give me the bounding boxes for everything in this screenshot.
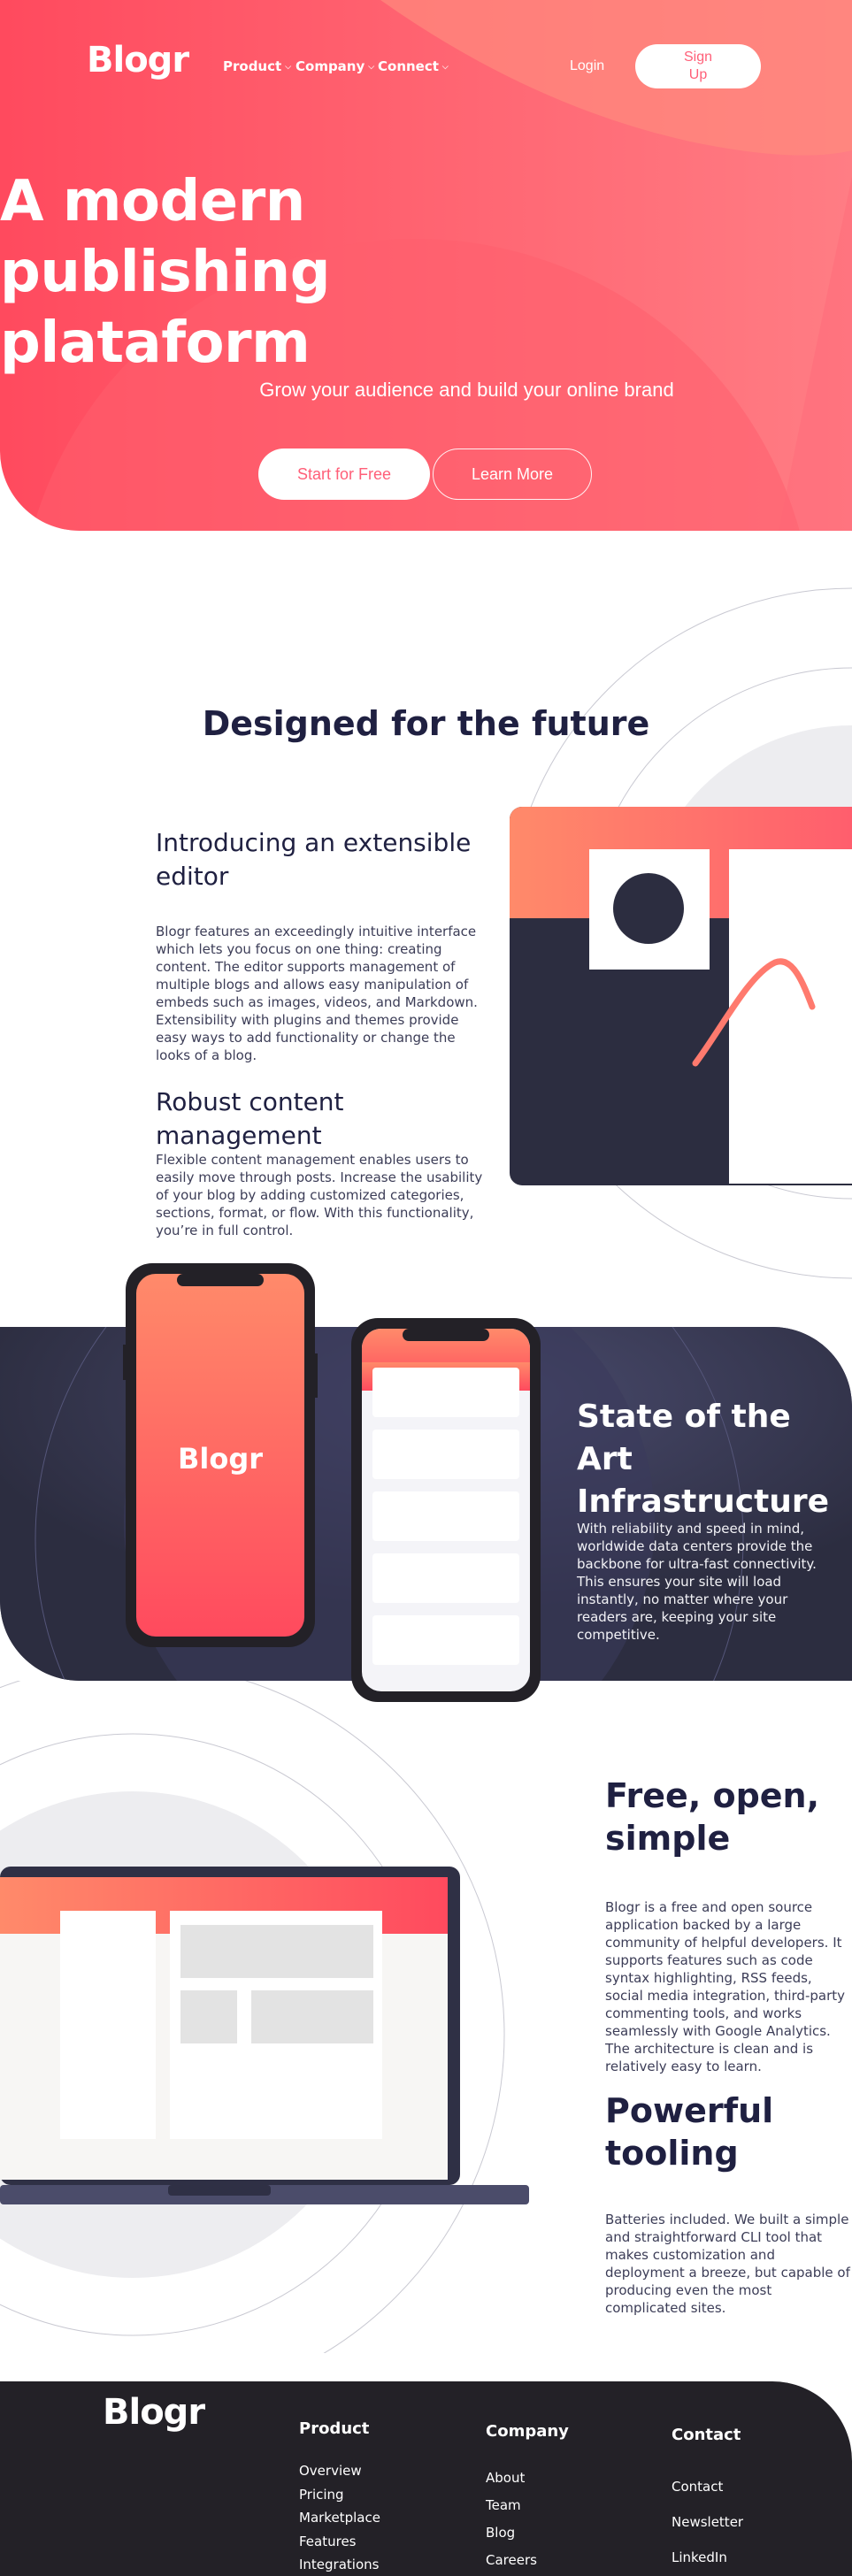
chevron-down-icon: ⌵ bbox=[441, 63, 449, 72]
feature-text-editor: Blogr features an exceedingly intuitive … bbox=[156, 924, 478, 1063]
nav-item-product[interactable]: Product ⌵ bbox=[223, 58, 291, 74]
nav-item-label: Connect bbox=[378, 58, 439, 74]
laptop-illustration bbox=[0, 1867, 529, 2204]
feature-text-free: Blogr is a free and open source applicat… bbox=[605, 1899, 845, 2074]
feature-text-content: Flexible content management enables user… bbox=[156, 1152, 483, 1238]
footer-link-blog[interactable]: Blog bbox=[486, 2524, 537, 2551]
footer-link-contact[interactable]: Contact bbox=[672, 2478, 743, 2513]
footer-links-product: Overview Pricing Marketplace Features In… bbox=[299, 2462, 380, 2576]
signup-button[interactable]: Sign Up bbox=[635, 44, 761, 88]
nav-item-company[interactable]: Company ⌵ bbox=[296, 58, 374, 74]
editor-illustration bbox=[510, 807, 852, 1185]
footer-link-overview[interactable]: Overview bbox=[299, 2462, 380, 2486]
feature-heading-free: Free, open, simple bbox=[605, 1776, 820, 1858]
feature-heading-tooling: Powerful tooling bbox=[605, 2091, 774, 2173]
section-title: Designed for the future bbox=[202, 704, 650, 743]
footer-heading-product: Product bbox=[299, 2419, 370, 2438]
footer-link-linkedin[interactable]: LinkedIn bbox=[672, 2549, 743, 2576]
footer-heading-company: Company bbox=[486, 2422, 569, 2441]
start-for-free-button[interactable]: Start for Free bbox=[258, 448, 430, 500]
learn-more-button[interactable]: Learn More bbox=[433, 448, 592, 500]
phone-logo: Blogr bbox=[178, 1442, 263, 1476]
chevron-down-icon: ⌵ bbox=[368, 63, 375, 72]
footer-link-careers[interactable]: Careers bbox=[486, 2551, 537, 2576]
footer-link-marketplace[interactable]: Marketplace bbox=[299, 2509, 380, 2533]
footer-heading-contact: Contact bbox=[672, 2426, 741, 2444]
footer-link-features[interactable]: Features bbox=[299, 2533, 380, 2557]
footer-link-team[interactable]: Team bbox=[486, 2496, 537, 2524]
feature-text-tooling: Batteries included. We built a simple an… bbox=[605, 2212, 850, 2316]
footer-links-contact: Contact Newsletter LinkedIn bbox=[672, 2478, 743, 2576]
feature-heading-content: Robust content management bbox=[156, 1087, 344, 1150]
footer-link-about[interactable]: About bbox=[486, 2469, 537, 2496]
hero-subtitle: Grow your audience and build your online… bbox=[0, 379, 852, 402]
hero-title: A modern publishing plataform bbox=[0, 169, 331, 376]
footer-links-company: About Team Blog Careers bbox=[486, 2469, 537, 2576]
nav-logo[interactable]: Blogr bbox=[87, 40, 189, 80]
footer-link-integrations[interactable]: Integrations bbox=[299, 2556, 380, 2576]
hero-section: Blogr Product ⌵ Company ⌵ Connect ⌵ Logi… bbox=[0, 0, 852, 531]
login-link[interactable]: Login bbox=[570, 58, 604, 74]
feature-heading-editor: Introducing an extensible editor bbox=[156, 828, 472, 891]
footer-link-pricing[interactable]: Pricing bbox=[299, 2486, 380, 2510]
footer-logo[interactable]: Blogr bbox=[103, 2392, 205, 2433]
nav-item-label: Product bbox=[223, 58, 282, 74]
nav-item-connect[interactable]: Connect ⌵ bbox=[378, 58, 449, 74]
chevron-down-icon: ⌵ bbox=[285, 63, 292, 72]
infrastructure-text: With reliability and speed in mind, worl… bbox=[577, 1521, 817, 1643]
nav-item-label: Company bbox=[296, 58, 365, 74]
infrastructure-title: State of the Art Infrastructure bbox=[577, 1399, 830, 1520]
footer-link-newsletter[interactable]: Newsletter bbox=[672, 2513, 743, 2549]
hero-subtitle-text: Grow your audience and build your online… bbox=[259, 379, 674, 401]
phones-illustration: Blogr bbox=[123, 1263, 541, 1702]
